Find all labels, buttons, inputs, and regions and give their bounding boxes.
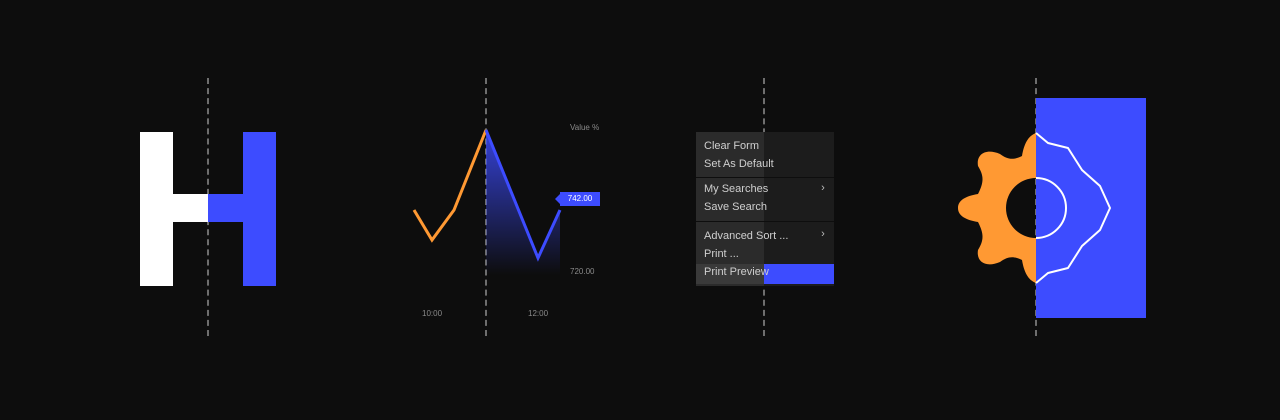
context-menu: Clear Form Set As Default My Searches › … [696,132,834,286]
series-line-orange [412,129,488,243]
menu-item-save-search[interactable]: Save Search [704,198,767,216]
menu-highlight [764,264,834,284]
x-tick-2: 12:00 [528,309,549,318]
menu-item-advanced-sort[interactable]: Advanced Sort ... [704,227,788,245]
menu-item-my-searches[interactable]: My Searches [704,180,768,198]
menu-separator [696,177,834,178]
x-tick-1: 10:00 [422,309,443,318]
y-tick-low: 720.00 [570,267,595,276]
gear-icon [950,98,1150,328]
menu-item-print[interactable]: Print ... [704,245,739,263]
letter-h-icon [140,132,276,286]
menu-separator [696,221,834,222]
series-label: Value % [570,123,599,132]
menu-item-clear-form[interactable]: Clear Form [704,137,759,155]
price-tag: 742.00 [555,192,600,206]
chevron-right-icon: › [821,182,825,194]
menu-item-print-preview[interactable]: Print Preview [704,263,769,281]
menu-item-set-as-default[interactable]: Set As Default [704,155,774,173]
line-chart: Value % 720.00 10:00 12:00 [400,110,620,330]
chevron-right-icon: › [821,228,825,240]
